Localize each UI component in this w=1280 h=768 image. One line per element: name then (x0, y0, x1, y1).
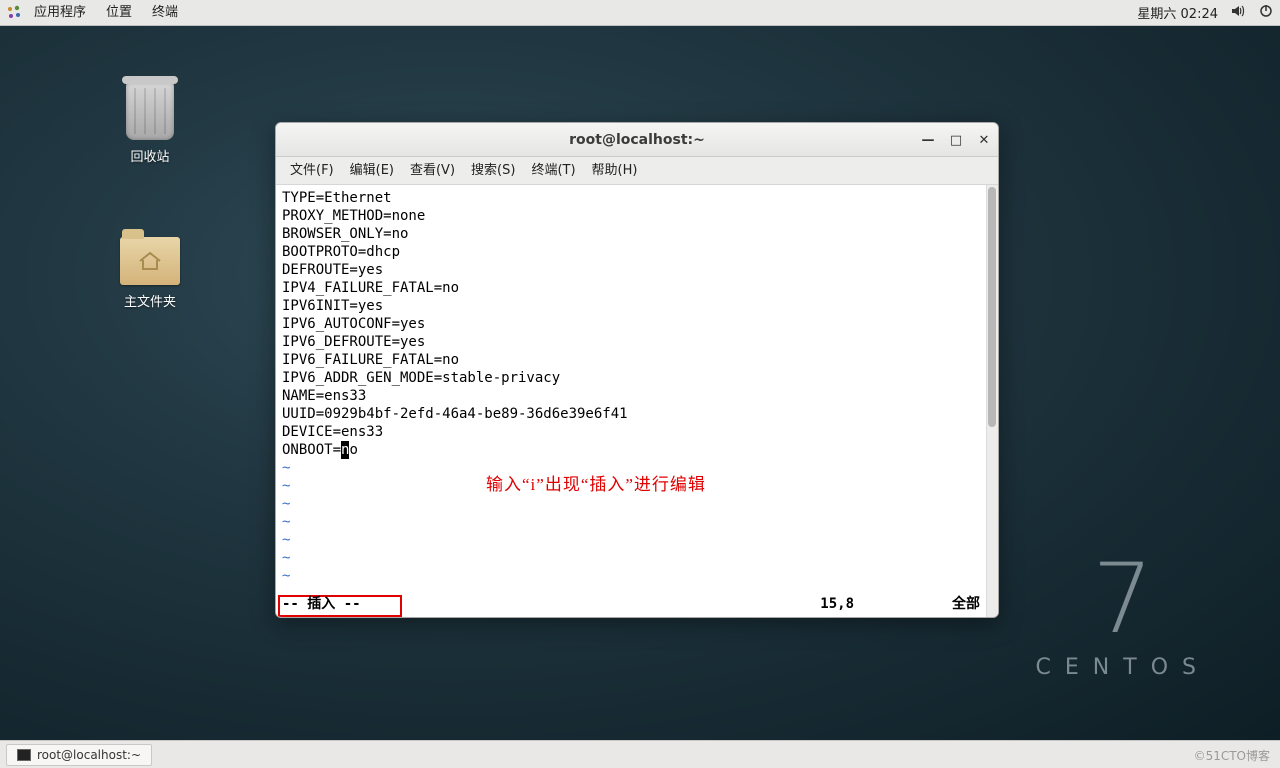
terminal-text: TYPE=EthernetPROXY_METHOD=noneBROWSER_ON… (282, 189, 992, 459)
vi-status-line: -- 插入 -- 15,8 全部 (282, 595, 984, 613)
trash-icon (126, 82, 174, 140)
watermark-text: ©51CTO博客 (1194, 747, 1270, 764)
top-panel: 应用程序 位置 终端 星期六 02:24 (0, 0, 1280, 26)
terminal-window: root@localhost:~ — □ ✕ 文件(F) 编辑(E) 查看(V)… (275, 122, 999, 618)
terminal-icon (17, 749, 31, 761)
desktop-icon-trash[interactable]: 回收站 (100, 76, 200, 165)
scrollbar-thumb[interactable] (988, 187, 996, 427)
home-label: 主文件夹 (100, 291, 200, 310)
menu-terminal[interactable]: 终端(T) (523, 157, 583, 185)
menu-view[interactable]: 查看(V) (402, 157, 463, 185)
vi-scroll-percent: 全部 (952, 595, 980, 613)
system-tray: 星期六 02:24 (1131, 3, 1280, 23)
terminal-menubar: 文件(F) 编辑(E) 查看(V) 搜索(S) 终端(T) 帮助(H) (276, 157, 998, 185)
clock-label[interactable]: 星期六 02:24 (1131, 3, 1224, 22)
taskbar-item-terminal[interactable]: root@localhost:~ (6, 744, 152, 766)
window-title: root@localhost:~ (569, 132, 705, 148)
centos-version: 7 (1036, 551, 1210, 647)
taskbar-item-label: root@localhost:~ (37, 748, 141, 762)
maximize-button[interactable]: □ (948, 132, 964, 148)
titlebar[interactable]: root@localhost:~ — □ ✕ (276, 123, 998, 157)
menu-file[interactable]: 文件(F) (282, 157, 342, 185)
minimize-button[interactable]: — (920, 132, 936, 148)
menu-edit[interactable]: 编辑(E) (342, 157, 402, 185)
panel-menu-terminal[interactable]: 终端 (142, 0, 188, 26)
vi-mode-label: -- 插入 -- (282, 595, 361, 613)
scrollbar-track[interactable] (986, 185, 998, 617)
panel-menu-places[interactable]: 位置 (96, 0, 142, 26)
menu-search[interactable]: 搜索(S) (463, 157, 523, 185)
terminal-body[interactable]: TYPE=EthernetPROXY_METHOD=noneBROWSER_ON… (276, 185, 998, 617)
panel-menu-applications[interactable]: 应用程序 (24, 0, 96, 26)
desktop[interactable]: 回收站 主文件夹 7 CENTOS root@localhost:~ — □ ✕… (0, 26, 1280, 740)
vi-cursor-position: 15,8 (820, 595, 854, 613)
centos-branding: 7 CENTOS (1036, 551, 1210, 680)
power-icon[interactable] (1252, 3, 1280, 23)
centos-name: CENTOS (1036, 655, 1210, 680)
desktop-icon-home[interactable]: 主文件夹 (100, 221, 200, 310)
bottom-taskbar: root@localhost:~ ©51CTO博客 (0, 740, 1280, 768)
close-button[interactable]: ✕ (976, 132, 992, 148)
menu-help[interactable]: 帮助(H) (584, 157, 646, 185)
folder-home-icon (120, 237, 180, 285)
volume-icon[interactable] (1224, 3, 1252, 23)
trash-label: 回收站 (100, 146, 200, 165)
red-annotation-text: 输入“i”出现“插入”进行编辑 (486, 476, 706, 494)
gnome-logo-icon (6, 5, 22, 21)
